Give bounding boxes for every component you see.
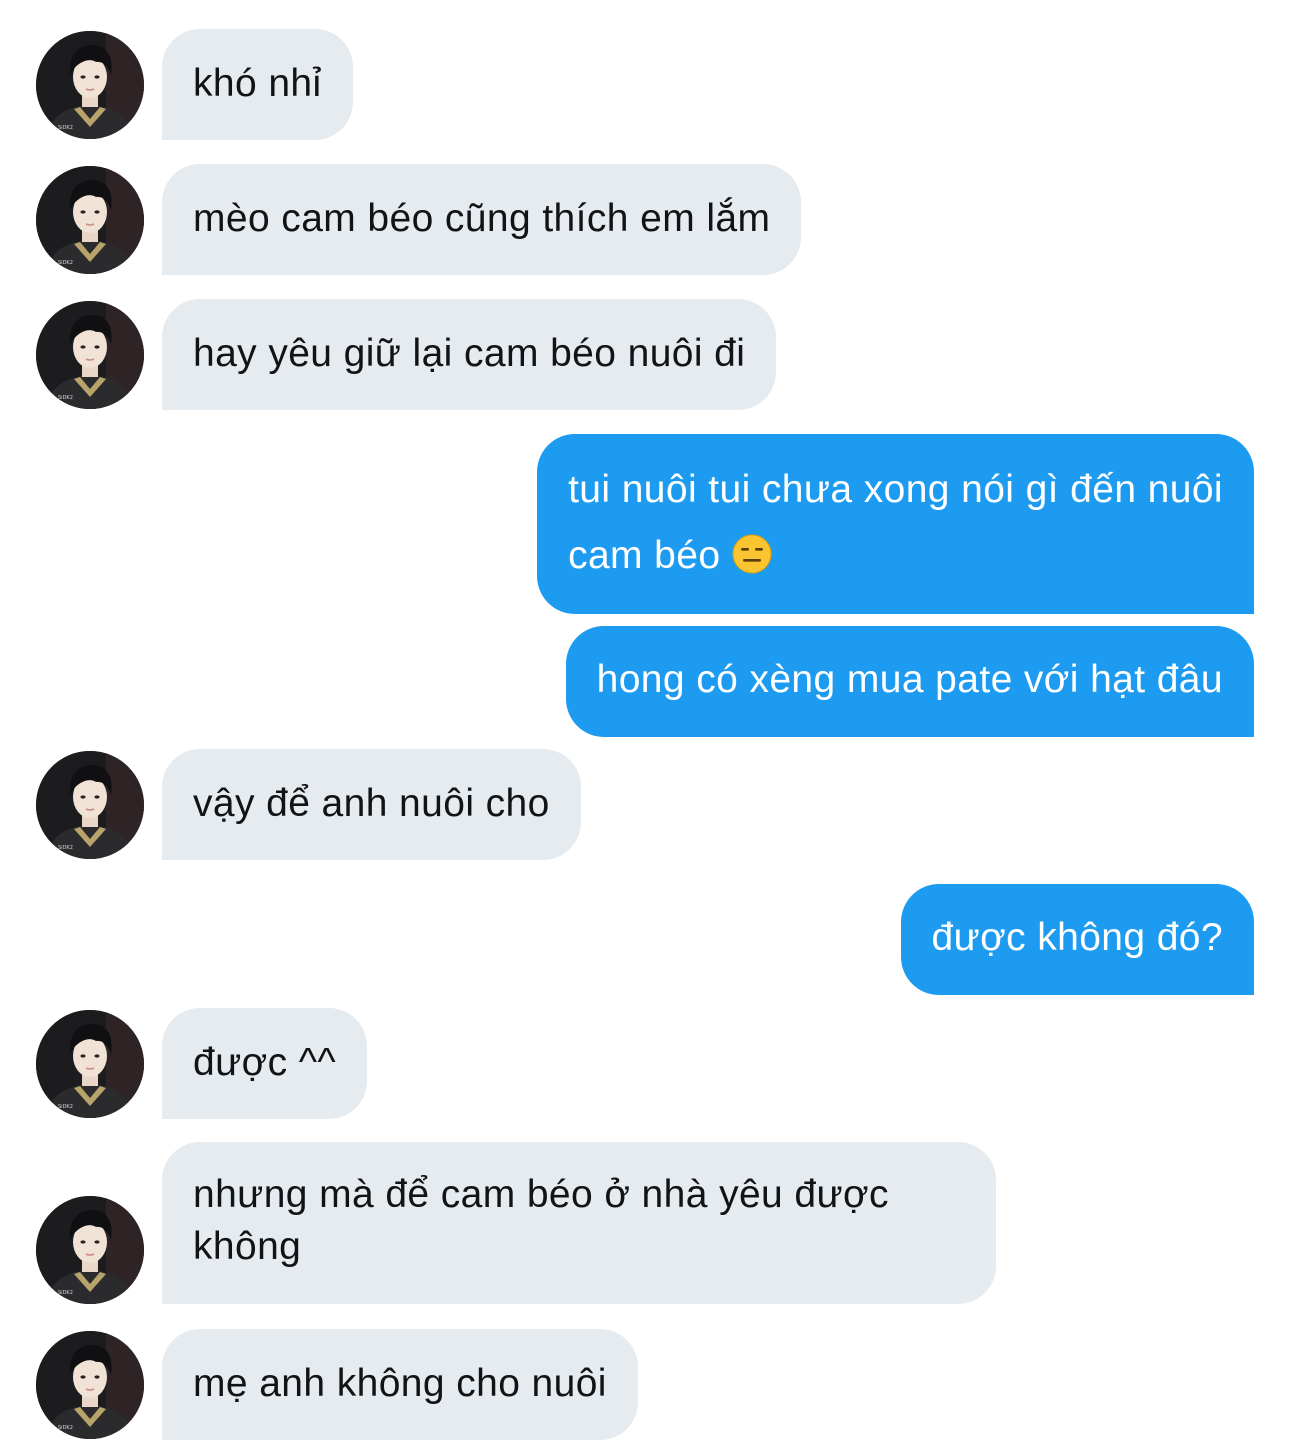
message-text: được không đó? [931, 916, 1223, 959]
incoming-message[interactable]: nhưng mà để cam béo ở nhà yêu được không [162, 1142, 996, 1304]
avatar[interactable] [36, 751, 144, 859]
incoming-message[interactable]: mèo cam béo cũng thích em lắm [162, 164, 802, 275]
message-text: mẹ anh không cho nuôi [193, 1362, 607, 1405]
avatar[interactable] [36, 1196, 144, 1304]
avatar[interactable] [36, 31, 144, 139]
incoming-message[interactable]: mẹ anh không cho nuôi [162, 1329, 638, 1440]
outgoing-message[interactable]: được không đó? [900, 884, 1254, 995]
outgoing-message[interactable]: hong có xèng mua pate với hạt đâu [565, 626, 1254, 737]
avatar-photo [36, 31, 144, 139]
avatar-photo [36, 1010, 144, 1118]
incoming-message[interactable]: vậy để anh nuôi cho [162, 749, 581, 860]
message-text: khó nhỉ [193, 62, 322, 105]
avatar[interactable] [36, 301, 144, 409]
message-text: nhưng mà để cam béo ở nhà yêu được không [193, 1173, 889, 1268]
message-text: hong có xèng mua pate với hạt đâu [596, 658, 1223, 701]
message-text-line-1: tui nuôi tui chưa xong nói gì đến nuôi [568, 468, 1223, 511]
message-text: được ^^ [193, 1041, 337, 1084]
incoming-message[interactable]: khó nhỉ [162, 29, 353, 140]
avatar-photo [36, 301, 144, 409]
avatar-photo [36, 751, 144, 859]
expressionless-face-emoji-icon [732, 534, 772, 574]
avatar-photo [36, 166, 144, 274]
message-text: vậy để anh nuôi cho [193, 782, 550, 825]
message-text-line-2-text: cam béo [568, 534, 721, 577]
message-text: hay yêu giữ lại cam béo nuôi đi [193, 332, 746, 375]
avatar-photo [36, 1196, 144, 1304]
outgoing-message[interactable]: tui nuôi tui chưa xong nói gì đến nuôi c… [537, 434, 1254, 614]
incoming-message[interactable]: được ^^ [162, 1008, 368, 1119]
incoming-message[interactable]: hay yêu giữ lại cam béo nuôi đi [162, 299, 777, 410]
avatar[interactable] [36, 1331, 144, 1439]
message-text-line-2: cam béo [568, 523, 1223, 589]
message-text: mèo cam béo cũng thích em lắm [193, 197, 771, 240]
avatar-photo [36, 1331, 144, 1439]
avatar[interactable] [36, 1010, 144, 1118]
avatar[interactable] [36, 166, 144, 274]
